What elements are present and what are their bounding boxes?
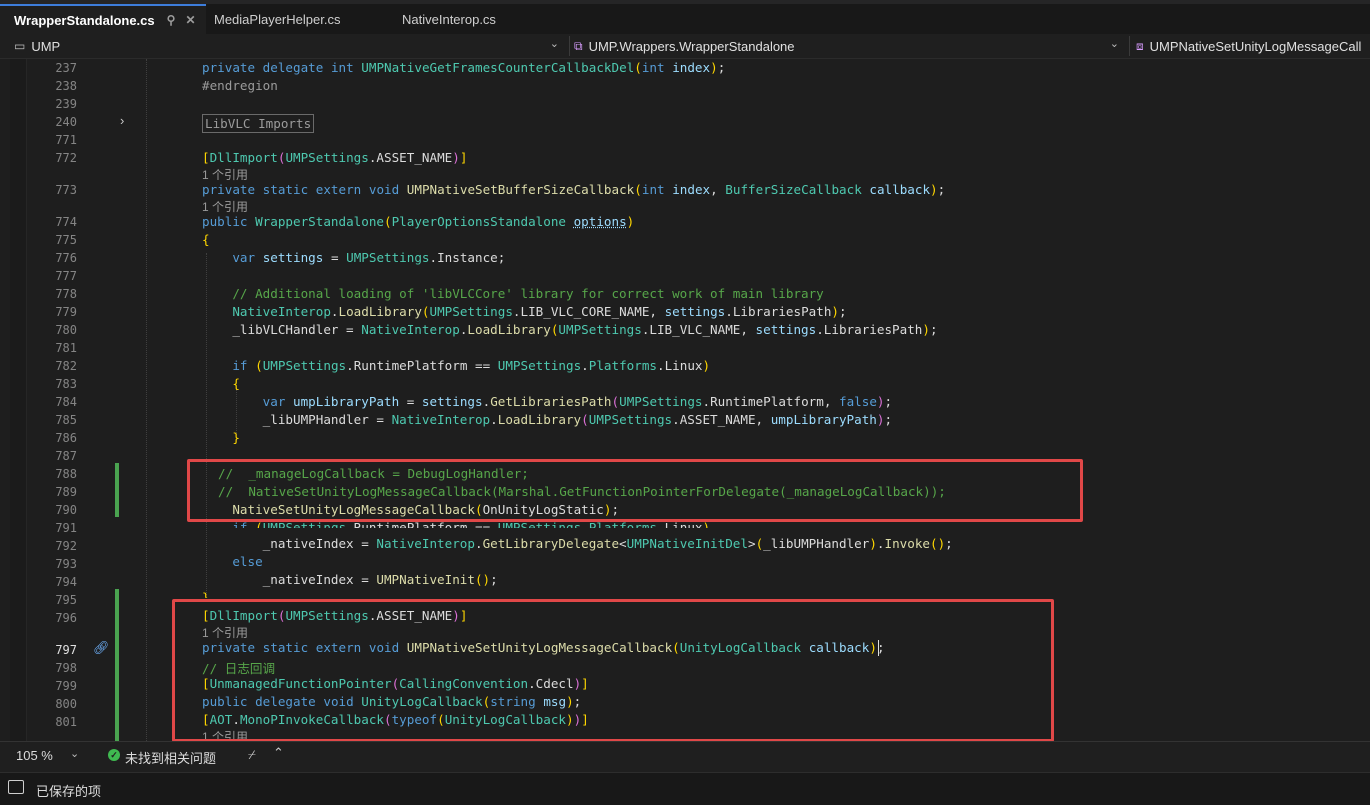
line-number: 771 [55, 133, 77, 147]
line-number: 784 [55, 395, 77, 409]
line-number: 800 [55, 697, 77, 711]
reference-count[interactable]: 1 个引用 [202, 198, 248, 215]
tab-mediaplayerhelper[interactable]: MediaPlayerHelper.cs [206, 4, 382, 34]
line-number: 777 [55, 269, 77, 283]
change-marker [115, 463, 119, 517]
line-number: 778 [55, 287, 77, 301]
line-number: 785 [55, 413, 77, 427]
line-number: 787 [55, 449, 77, 463]
code-line[interactable]: var umpLibraryPath = settings.GetLibrari… [202, 394, 892, 409]
class-icon: ⧉ [574, 38, 583, 53]
project-icon: ▭ [14, 39, 26, 53]
highlight-box [172, 599, 1054, 741]
expand-chevron-icon[interactable]: › [120, 113, 124, 128]
code-line[interactable]: { [202, 376, 240, 391]
line-number: 782 [55, 359, 77, 373]
tab-label: WrapperStandalone.cs [14, 12, 155, 28]
code-line[interactable]: _libVLCHandler = NativeInterop.LoadLibra… [202, 322, 937, 337]
line-number: 789 [55, 485, 77, 499]
code-line[interactable]: } [202, 590, 210, 598]
code-line[interactable]: private delegate int UMPNativeGetFramesC… [202, 60, 725, 75]
tab-wrapperstandalone[interactable]: WrapperStandalone.cs ⚲ ✕ [0, 4, 206, 34]
member-dropdown[interactable]: ⧈ UMPNativeSetUnityLogMessageCall [1136, 36, 1370, 56]
line-number: 795 [55, 593, 77, 607]
bottom-status-bar: 已保存的项 [0, 772, 1370, 805]
class-name: UMP.Wrappers.WrapperStandalone [588, 38, 795, 54]
code-line[interactable]: private static extern void UMPNativeSetB… [202, 182, 945, 197]
line-number: 786 [55, 431, 77, 445]
code-line[interactable]: _libUMPHandler = NativeInterop.LoadLibra… [202, 412, 892, 427]
code-line[interactable]: [DllImport(UMPSettings.ASSET_NAME)] [202, 150, 467, 165]
code-line[interactable]: } [202, 430, 240, 445]
code-line[interactable]: public WrapperStandalone(PlayerOptionsSt… [202, 214, 634, 229]
line-number: 780 [55, 323, 77, 337]
line-number: 238 [55, 79, 77, 93]
line-number: 772 [55, 151, 77, 165]
line-number: 237 [55, 61, 77, 75]
chevron-down-icon: ⌄ [1109, 38, 1119, 50]
chevron-up-icon[interactable]: ⌃ [273, 745, 284, 761]
line-number: 796 [55, 611, 77, 625]
tab-label: NativeInterop.cs [402, 11, 496, 27]
member-name: UMPNativeSetUnityLogMessageCall [1149, 38, 1362, 54]
tab-bar: WrapperStandalone.cs ⚲ ✕ MediaPlayerHelp… [0, 0, 1370, 34]
check-circle-icon: ✓ [108, 749, 120, 761]
line-number: 774 [55, 215, 77, 229]
line-number-current: 797 [55, 643, 77, 657]
link-icon[interactable]: 🔗︎ [93, 640, 110, 656]
line-number: 240 [55, 115, 77, 129]
code-line[interactable]: _nativeIndex = NativeInterop.GetLibraryD… [202, 536, 953, 551]
line-number: 792 [55, 539, 77, 553]
breakpoint-margin[interactable] [10, 59, 27, 741]
line-number: 776 [55, 251, 77, 265]
zoom-level[interactable]: 105 % [16, 748, 53, 763]
close-icon[interactable]: ✕ [185, 13, 195, 27]
line-number: 794 [55, 575, 77, 589]
navigation-bar: ▭ UMP ⌄ ⧉ UMP.Wrappers.WrapperStandalone… [0, 34, 1370, 59]
line-number: 239 [55, 97, 77, 111]
project-name: UMP [31, 38, 61, 54]
line-number: 779 [55, 305, 77, 319]
code-line[interactable]: NativeInterop.LoadLibrary(UMPSettings.LI… [202, 304, 846, 319]
line-number: 799 [55, 679, 77, 693]
line-number: 793 [55, 557, 77, 571]
brush-icon[interactable]: ⌿ [248, 747, 256, 763]
line-number: 788 [55, 467, 77, 481]
tab-label: MediaPlayerHelper.cs [214, 11, 341, 27]
line-number: 791 [55, 521, 77, 535]
code-line[interactable]: var settings = UMPSettings.Instance; [202, 250, 505, 265]
code-line[interactable]: #endregion [202, 78, 278, 93]
line-number: 790 [55, 503, 77, 517]
change-marker [115, 589, 119, 741]
collapsed-region[interactable]: LibVLC Imports [202, 114, 315, 133]
chevron-down-icon: ⌄ [549, 38, 559, 50]
line-number: 783 [55, 377, 77, 391]
zoom-dropdown-icon[interactable]: ⌄ [70, 747, 79, 760]
highlight-box [187, 459, 1083, 522]
project-dropdown[interactable]: ▭ UMP ⌄ [14, 36, 570, 56]
code-line[interactable]: _nativeIndex = UMPNativeInit(); [202, 572, 498, 587]
message-icon[interactable] [8, 780, 24, 794]
line-number: 781 [55, 341, 77, 355]
code-line[interactable]: // Additional loading of 'libVLCCore' li… [202, 286, 823, 301]
code-editor[interactable]: 237 238 239 240 771 772 773 774 775 776 … [0, 59, 1370, 741]
pin-icon[interactable]: ⚲ [167, 13, 176, 27]
line-number: 798 [55, 661, 77, 675]
indent-guide [146, 59, 147, 741]
saved-status: 已保存的项 [36, 784, 102, 799]
reference-count[interactable]: 1 个引用 [202, 166, 248, 183]
tab-nativeinterop[interactable]: NativeInterop.cs [382, 4, 542, 34]
line-number: 775 [55, 233, 77, 247]
class-dropdown[interactable]: ⧉ UMP.Wrappers.WrapperStandalone ⌄ [574, 36, 1130, 56]
code-line[interactable]: else [202, 554, 262, 569]
code-line[interactable]: { [202, 232, 210, 247]
line-number: 801 [55, 715, 77, 729]
line-number: 773 [55, 183, 77, 197]
member-icon: ⧈ [1136, 38, 1144, 53]
issues-status[interactable]: 未找到相关问题 [125, 748, 216, 767]
code-line[interactable]: if (UMPSettings.RuntimePlatform == UMPSe… [202, 358, 710, 373]
editor-status-bar: 105 % ⌄ ✓ 未找到相关问题 ⌿ ⌃ [0, 741, 1370, 769]
